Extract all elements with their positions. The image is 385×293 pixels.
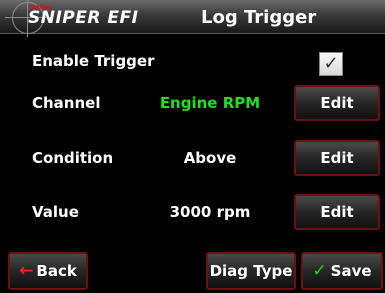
value-value: 3000 rpm xyxy=(169,203,251,221)
value-label: Value xyxy=(32,203,79,221)
channel-edit-button[interactable]: Edit xyxy=(294,85,380,121)
check-icon: ✓ xyxy=(323,53,339,74)
condition-value: Above xyxy=(183,149,237,167)
save-button[interactable]: ✓ Save xyxy=(301,252,383,290)
channel-label: Channel xyxy=(32,94,101,112)
channel-value: Engine RPM xyxy=(159,94,261,112)
condition-label: Condition xyxy=(32,149,114,167)
back-button[interactable]: ← Back xyxy=(8,252,88,290)
save-check-icon: ✓ xyxy=(312,261,327,281)
diag-type-button[interactable]: Diag Type xyxy=(206,252,296,290)
back-arrow-icon: ← xyxy=(19,261,34,281)
save-label: Save xyxy=(330,262,372,280)
condition-edit-button[interactable]: Edit xyxy=(294,140,380,176)
diag-type-label: Diag Type xyxy=(209,262,293,280)
sniper-efi-logo: SNIPER EFI xyxy=(28,8,139,28)
value-edit-label: Edit xyxy=(320,203,354,221)
enable-trigger-checkbox[interactable]: ✓ xyxy=(319,52,343,76)
condition-edit-label: Edit xyxy=(320,149,354,167)
page-title: Log Trigger xyxy=(201,7,317,28)
back-label: Back xyxy=(36,262,77,280)
enable-trigger-label: Enable Trigger xyxy=(32,52,155,70)
channel-edit-label: Edit xyxy=(320,94,354,112)
value-edit-button[interactable]: Edit xyxy=(294,194,380,230)
header-bar: Holley SNIPER EFI Log Trigger xyxy=(0,0,385,37)
